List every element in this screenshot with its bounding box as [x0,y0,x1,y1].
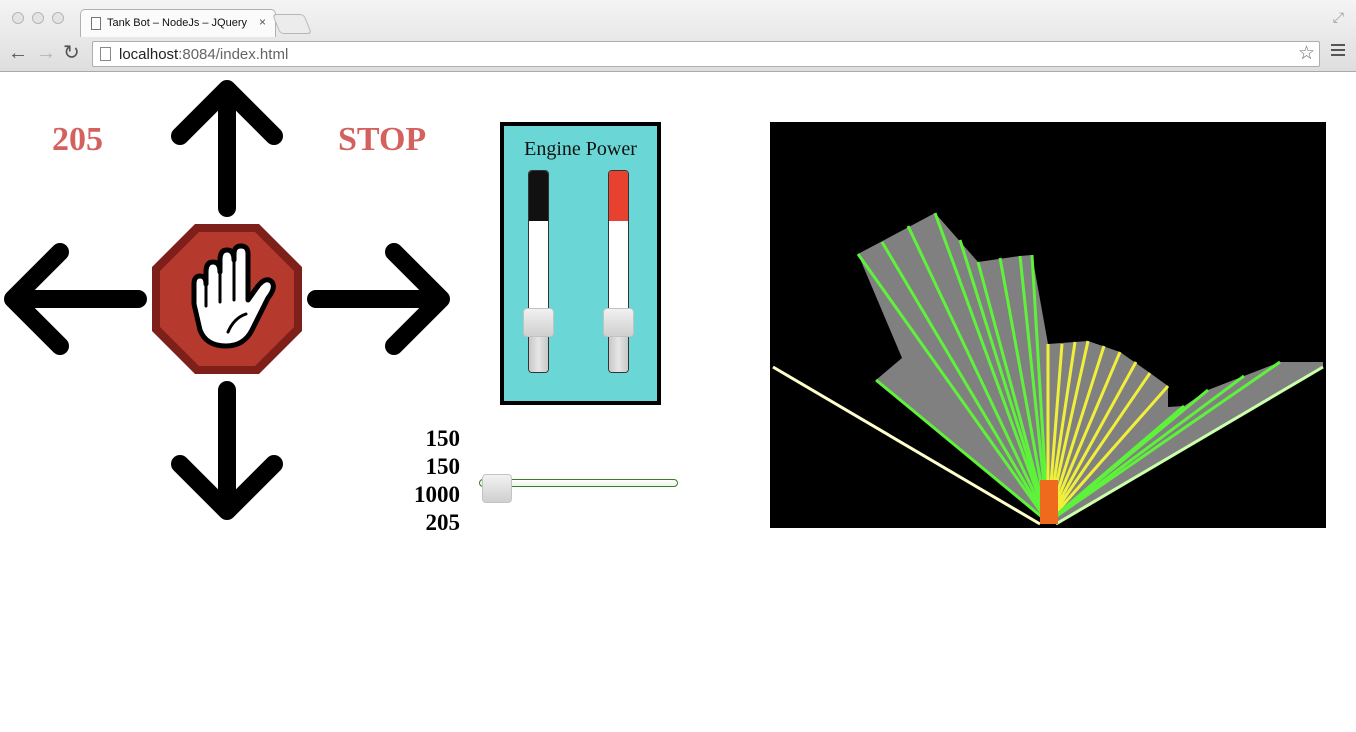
left-engine-slider[interactable] [528,170,549,373]
tab-title: Tank Bot – NodeJs – JQuery [107,17,248,29]
fullscreen-icon[interactable]: ⤢ [1333,9,1344,26]
browser-tab[interactable]: Tank Bot – NodeJs – JQuery × [80,9,276,37]
minimize-window-button[interactable] [32,12,44,24]
browser-chrome: Tank Bot – NodeJs – JQuery × ⤢ ← → ↻ loc… [0,0,1356,72]
readout-1: 150 [425,426,461,451]
arrow-down-icon[interactable] [168,380,286,522]
back-button[interactable]: ← [8,41,28,65]
speed-value: 205 [52,121,103,158]
speed-slider-handle[interactable] [482,474,512,503]
drive-status: STOP [338,121,427,158]
reload-button[interactable]: ↻ [63,41,80,65]
menu-icon[interactable] [1331,44,1345,59]
url-text[interactable]: localhost:8084/index.html [119,46,288,63]
arrow-right-icon[interactable] [306,240,452,358]
new-tab-button[interactable] [271,14,313,34]
robot-marker [1040,480,1058,524]
left-engine-slider-handle[interactable] [523,308,554,337]
readout-2: 150 [425,454,461,479]
stop-hand-icon [152,224,302,374]
readout-3: 1000 [414,482,460,507]
readout-4: 205 [425,510,461,535]
engine-power-title: Engine Power [524,138,637,160]
forward-button[interactable]: → [36,41,56,65]
close-window-button[interactable] [12,12,24,24]
right-engine-slider[interactable] [608,170,629,373]
zoom-window-button[interactable] [52,12,64,24]
page-icon [91,17,101,30]
stop-button[interactable] [150,222,304,376]
scan-area [858,213,1323,524]
url-host: localhost [119,46,179,63]
right-engine-fill [609,171,628,221]
bookmark-star-icon[interactable]: ☆ [1298,42,1315,65]
engine-power-panel: Engine Power [500,122,661,405]
tab-close-icon[interactable]: × [259,15,266,29]
page-icon [100,47,111,61]
url-path: :8084/index.html [178,46,289,63]
address-bar[interactable]: localhost:8084/index.html ☆ [92,41,1320,67]
right-engine-slider-handle[interactable] [603,308,634,337]
arrow-left-icon[interactable] [2,240,148,358]
arrow-up-icon[interactable] [168,78,286,218]
sonar-radar-canvas [770,122,1326,528]
left-engine-fill [529,171,548,221]
